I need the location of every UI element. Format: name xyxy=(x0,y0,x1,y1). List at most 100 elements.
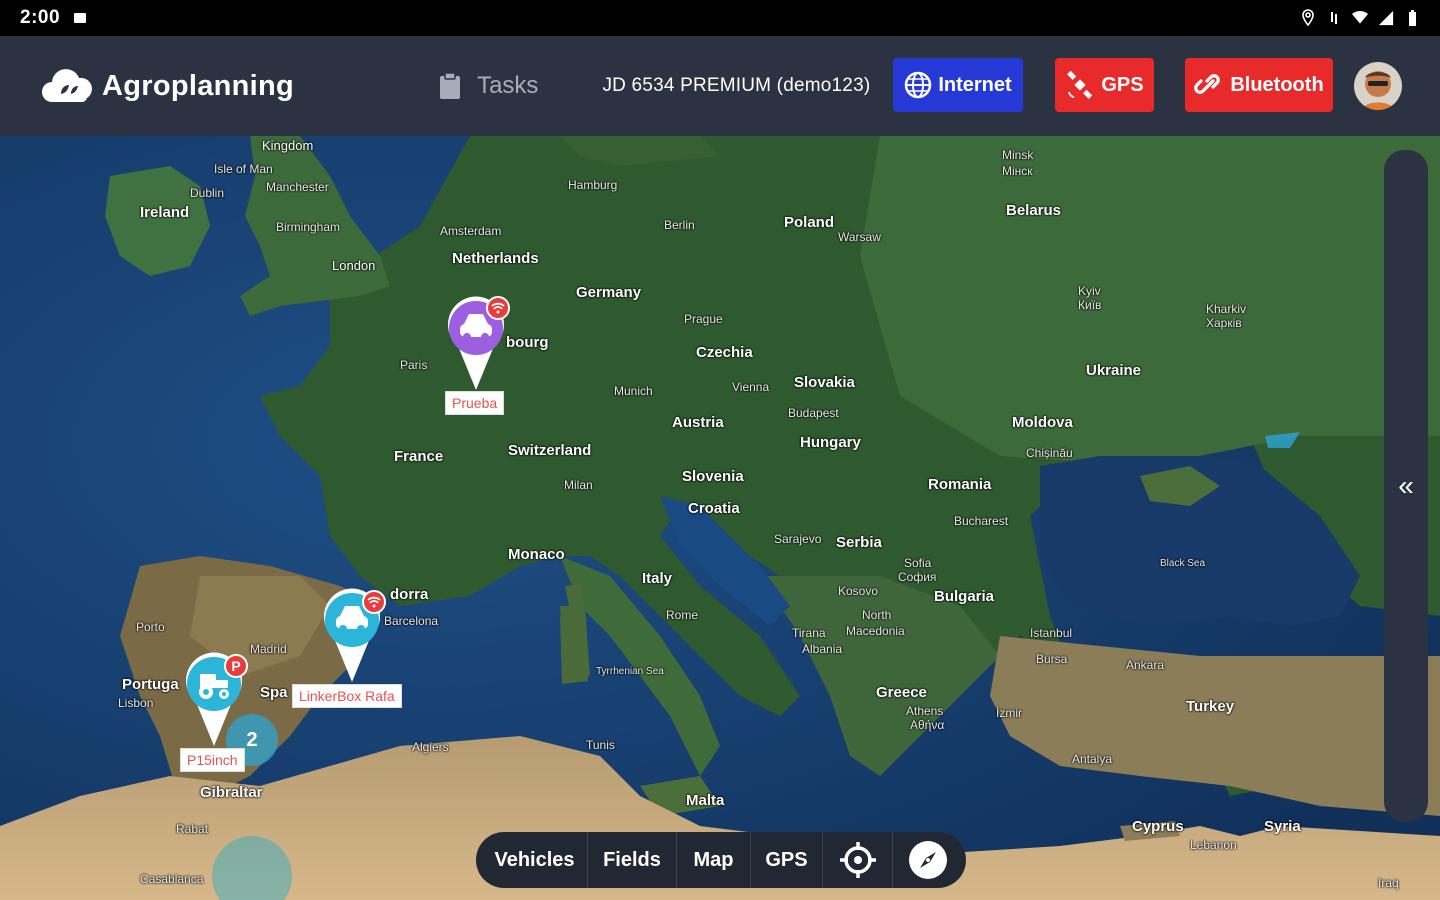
map-label: Syria xyxy=(1264,818,1301,835)
compass-button[interactable] xyxy=(893,832,963,888)
wifi-icon xyxy=(1352,10,1368,24)
location-icon xyxy=(1302,9,1314,27)
map-label: Berlin xyxy=(664,218,695,232)
map-view[interactable]: Kingdom Isle of Man Dublin Manchester Ir… xyxy=(0,136,1440,900)
cluster-count: 2 xyxy=(246,728,258,751)
map-label: Tunis xyxy=(586,738,615,752)
map-label: North xyxy=(862,608,892,622)
map-label: Warsaw xyxy=(838,230,881,244)
map-label: Budapest xyxy=(788,406,839,420)
data-arrows-icon xyxy=(1331,12,1337,24)
map-label: Albania xyxy=(802,642,843,656)
map-label: Rabat xyxy=(176,822,209,836)
map-label: Portuga xyxy=(122,676,179,693)
wifi-badge-icon xyxy=(362,590,386,614)
map-label: Slovakia xyxy=(794,374,855,391)
map-label: Hamburg xyxy=(568,178,618,192)
marker-label-prueba[interactable]: Prueba xyxy=(445,391,505,415)
map-label: Tirana xyxy=(792,626,826,640)
map-label: Sarajevo xyxy=(774,532,822,546)
tasks-button[interactable]: Tasks xyxy=(439,72,538,100)
wifi-badge-icon xyxy=(486,296,510,320)
tasks-label: Tasks xyxy=(477,72,539,99)
map-label: Czechia xyxy=(696,344,753,361)
map-label: Kharkiv xyxy=(1206,302,1247,316)
map-label: Madrid xyxy=(250,642,287,656)
map-label: Antalya xyxy=(1072,752,1113,766)
gps-status-button[interactable]: GPS xyxy=(1055,58,1154,112)
map-label: Gibraltar xyxy=(200,784,263,801)
gps-button[interactable]: GPS xyxy=(751,832,823,888)
map-label: Isle of Man xyxy=(214,162,273,176)
map-label: Italy xyxy=(642,570,673,587)
map-button[interactable]: Map xyxy=(677,832,751,888)
message-notification-icon xyxy=(74,13,87,23)
map-label: Ankara xyxy=(1126,658,1165,672)
map-label: Amsterdam xyxy=(440,224,502,238)
double-chevron-left-icon: « xyxy=(1398,470,1414,501)
map-label: Bucharest xyxy=(954,514,1009,528)
bluetooth-status-button[interactable]: Bluetooth xyxy=(1185,58,1333,112)
side-panel-toggle[interactable]: « xyxy=(1384,150,1428,822)
map-label: Chișinău xyxy=(1026,446,1073,460)
map-label: Spa xyxy=(260,684,288,701)
map-label: Belarus xyxy=(1006,202,1062,219)
map-label: Monaco xyxy=(508,546,565,563)
map-label: Prague xyxy=(684,312,723,326)
vehicle-marker-p15inch[interactable]: P xyxy=(182,652,248,748)
marker-label-linkerbox-rafa[interactable]: LinkerBox Rafa xyxy=(292,684,402,708)
brand-name: Agroplanning xyxy=(102,69,295,102)
bottom-toolbar: Vehicles Fields Map GPS xyxy=(476,832,966,888)
gps-label: GPS xyxy=(1101,73,1144,96)
cloud-leaf-logo-icon xyxy=(42,69,92,102)
map-label: Malta xyxy=(686,792,725,809)
crosshair-icon xyxy=(839,842,876,878)
map-label: Lisbon xyxy=(118,696,154,710)
compass-icon xyxy=(909,841,947,879)
user-avatar[interactable] xyxy=(1354,62,1402,110)
map-label: Algiers xyxy=(412,740,449,754)
map-label: Birmingham xyxy=(276,220,341,234)
center-location-button[interactable] xyxy=(823,832,893,888)
bluetooth-label: Bluetooth xyxy=(1230,73,1324,96)
map-label: Lebanon xyxy=(1190,838,1237,852)
map-label: Greece xyxy=(876,684,927,701)
map-label: Slovenia xyxy=(682,468,744,485)
map-label: Athens xyxy=(906,704,944,718)
link-icon xyxy=(1194,74,1221,94)
map-label: Αθήνα xyxy=(910,718,945,732)
map-label: Cyprus xyxy=(1132,818,1184,835)
map-label: Black Sea xyxy=(1160,558,1206,569)
user-photo-icon xyxy=(1354,62,1402,110)
system-status-bar: 2:00 xyxy=(0,0,1440,36)
internet-label: Internet xyxy=(938,73,1012,96)
map-label: Macedonia xyxy=(846,624,905,638)
fields-button[interactable]: Fields xyxy=(588,832,677,888)
map-label: Київ xyxy=(1078,298,1102,312)
map-label: Romania xyxy=(928,476,992,493)
map-label: Ukraine xyxy=(1086,362,1142,379)
battery-icon xyxy=(1409,10,1416,26)
map-label: Barcelona xyxy=(384,614,439,628)
map-label: Istanbul xyxy=(1030,626,1073,640)
map-label: Turkey xyxy=(1186,698,1235,715)
map-label: Porto xyxy=(136,620,165,634)
map-label: Austria xyxy=(672,414,724,431)
map-label: Bulgaria xyxy=(934,588,995,605)
status-time: 2:00 xyxy=(20,7,61,28)
map-label: Manchester xyxy=(266,180,329,194)
clipboard-icon xyxy=(440,72,461,99)
map-label: Paris xyxy=(400,358,428,372)
marker-label-p15inch[interactable]: P15inch xyxy=(180,748,245,772)
vehicles-button[interactable]: Vehicles xyxy=(476,832,588,888)
brand[interactable]: Agroplanning xyxy=(40,66,294,106)
vehicle-marker-prueba[interactable] xyxy=(444,296,510,392)
map-label: Croatia xyxy=(688,500,740,517)
map-label: İzmir xyxy=(996,706,1022,720)
map-label: Dublin xyxy=(190,186,225,200)
map-label: Casablanca xyxy=(140,872,204,886)
app-header: Agroplanning Tasks JD 6534 PREMIUM (demo… xyxy=(0,36,1440,136)
internet-status-button[interactable]: Internet xyxy=(893,58,1023,112)
selected-vehicle-name[interactable]: JD 6534 PREMIUM (demo123) xyxy=(602,75,870,97)
vehicle-marker-linkerbox-rafa[interactable] xyxy=(320,588,386,684)
